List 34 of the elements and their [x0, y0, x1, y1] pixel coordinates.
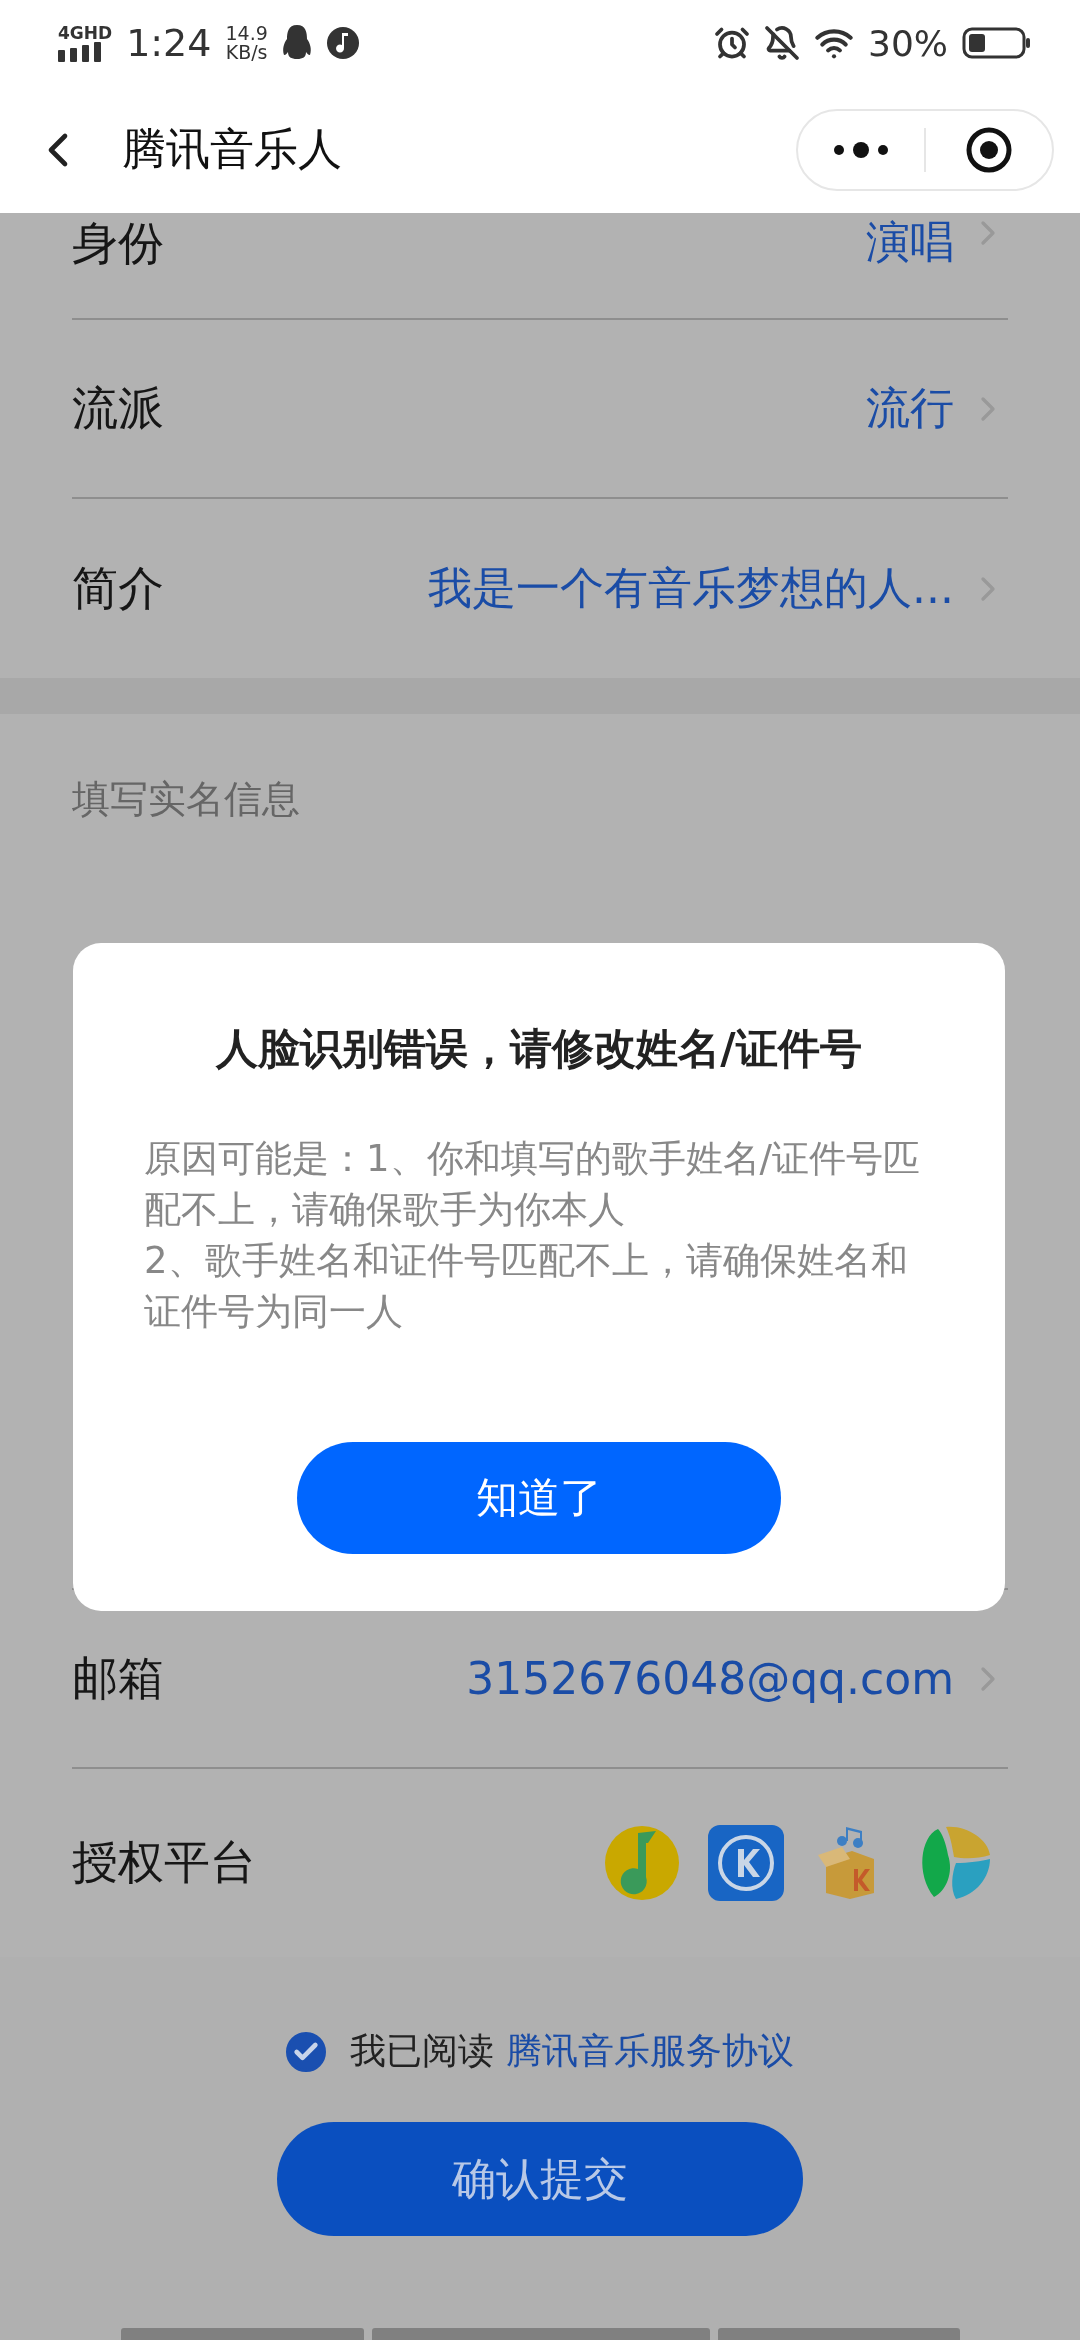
battery-level: 30%: [868, 22, 948, 64]
dialog-message: 2、歌手姓名和证件号匹配不上，请确保姓名和证件号为同一人: [144, 1238, 909, 1335]
more-icon[interactable]: [833, 141, 889, 158]
k-logo-icon: [708, 1825, 784, 1901]
speed-unit: KB/s: [225, 43, 268, 62]
music-app-icon: [325, 26, 360, 60]
field-value[interactable]: 流行: [866, 379, 954, 438]
agree-checkbox[interactable]: [286, 2031, 326, 2072]
dialog-title: 人脸识别错误，请修改姓名/证件号: [216, 1023, 862, 1075]
field-value[interactable]: 3152676048@qq.com: [466, 1653, 954, 1704]
battery-icon: [962, 27, 1032, 59]
field-value[interactable]: 我是一个有音乐梦想的人...: [428, 559, 954, 618]
field-label: 简介: [72, 559, 165, 617]
submit-button[interactable]: 确认提交: [277, 2122, 803, 2236]
network-speed: 14.9: [225, 24, 268, 43]
page-title: 腾讯音乐人: [122, 122, 343, 176]
field-label: 授权平台: [72, 1834, 257, 1891]
agreement-link[interactable]: 腾讯音乐服务协议: [506, 2027, 794, 2076]
dialog-message: 原因可能是：1、你和填写的歌手姓名/证件号匹配不上，请确保歌手为你本人: [144, 1136, 921, 1233]
section-header: 填写实名信息: [72, 776, 301, 823]
field-label: 流派: [72, 379, 165, 437]
penguin-icon: [281, 25, 312, 61]
field-label: 身份: [72, 215, 165, 272]
signal-icon: [58, 41, 102, 62]
music-note-icon: [604, 1825, 680, 1901]
field-label: 邮箱: [72, 1649, 165, 1707]
close-icon[interactable]: [965, 125, 1013, 174]
network-type: 4GHD: [58, 24, 113, 42]
bell-off-icon: [764, 25, 800, 61]
agree-text: 我已阅读: [350, 2029, 494, 2073]
alarm-icon: [714, 25, 750, 61]
confirm-button[interactable]: 知道了: [297, 1442, 781, 1554]
status-time: 1:24: [126, 21, 212, 65]
field-value[interactable]: 演唱: [866, 213, 954, 272]
